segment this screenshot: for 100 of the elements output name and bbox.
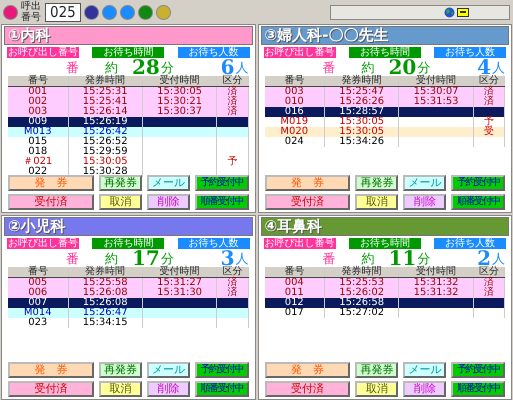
table-cell: 済 (473, 86, 504, 97)
table-cell: 023 (8, 318, 68, 328)
call-number-label: お呼び出し番号 (264, 47, 336, 58)
table-cell (216, 127, 248, 137)
accepted-button[interactable]: 受付済 (264, 381, 350, 397)
table-cell: 15:30:37 (142, 107, 217, 117)
table-cell: 済 (473, 288, 504, 298)
count-unit: 人 (492, 61, 505, 76)
table-cell: 15:30:05 (68, 157, 142, 167)
round-button[interactable] (84, 4, 99, 20)
globe-icon (444, 6, 455, 18)
table-cell: 15:26:14 (68, 107, 142, 117)
table-cell: 済 (216, 278, 248, 288)
reservation-button[interactable]: 予約受付中 (194, 175, 248, 191)
cancel-button[interactable]: 取消 (355, 194, 398, 210)
number-mark: 番 (322, 61, 336, 76)
table-cell: 済 (473, 278, 504, 288)
panel-title: ④耳鼻科 (260, 217, 509, 236)
delete-button[interactable]: 削除 (146, 381, 190, 397)
table-cell (473, 107, 504, 117)
table-cell: 15:26:08 (68, 298, 142, 308)
table-cell (473, 308, 504, 318)
table-cell: 15:31:53 (398, 97, 474, 107)
table-cell: 予 (216, 157, 248, 167)
count-unit: 人 (236, 252, 248, 267)
round-button[interactable] (138, 4, 153, 20)
reissue-button[interactable]: 再発券 (355, 175, 398, 191)
table-cell: 15:30:05 (142, 86, 217, 97)
reissue-button[interactable]: 再発券 (355, 362, 398, 378)
table-cell (216, 137, 248, 147)
sequence-button[interactable]: 順番受付中 (451, 381, 505, 397)
wait-mark: 約 (105, 61, 118, 76)
cancel-button[interactable]: 取消 (98, 194, 142, 210)
table-cell: 済 (216, 107, 248, 117)
table-cell: M013 (8, 127, 68, 137)
reissue-button[interactable]: 再発券 (98, 175, 142, 191)
count-unit: 人 (492, 252, 505, 267)
table-cell (216, 298, 248, 308)
table-cell: 003 (8, 107, 68, 117)
reservation-button[interactable]: 予約受付中 (451, 362, 505, 378)
table-cell: 003 (264, 86, 324, 97)
delete-button[interactable]: 削除 (403, 194, 446, 210)
mail-button[interactable]: メール (146, 362, 190, 378)
table-cell (473, 298, 504, 308)
mail-button[interactable]: メール (403, 362, 446, 378)
mail-button[interactable]: メール (403, 175, 446, 191)
table-cell: 15:25:53 (324, 278, 399, 288)
waiting-count-label: お待ち人数 (434, 238, 506, 249)
wait-time-label: お待ち時間 (92, 238, 164, 249)
table-cell: 15:31:32 (398, 288, 474, 298)
panel-title: ②小児科 (4, 217, 252, 236)
table-cell: 15:30:05 (324, 127, 399, 137)
wait-minutes: 17 (132, 249, 160, 267)
column-header: 受付時間 (142, 76, 217, 86)
accepted-button[interactable]: 受付済 (8, 381, 94, 397)
reservation-button[interactable]: 予約受付中 (451, 175, 505, 191)
number-mark: 番 (66, 61, 79, 76)
column-header: 区分 (216, 76, 248, 86)
table-cell: 15:25:41 (68, 97, 142, 107)
table-cell (216, 318, 248, 328)
call-number-display: 025 (45, 2, 81, 22)
table-cell: 004 (264, 278, 324, 288)
waiting-count-label: お待ち人数 (434, 47, 506, 58)
delete-button[interactable]: 削除 (146, 194, 190, 210)
cancel-button[interactable]: 取消 (98, 381, 142, 397)
column-header: 番号 (8, 76, 68, 86)
reissue-button[interactable]: 再発券 (98, 362, 142, 378)
table-cell: 済 (216, 288, 248, 298)
table-cell: 済 (473, 97, 504, 107)
table-cell: 012 (264, 298, 324, 308)
table-cell: 受 (473, 127, 504, 137)
delete-button[interactable]: 削除 (403, 381, 446, 397)
minutes-unit: 分 (417, 252, 430, 267)
panel-title: ①内科 (4, 26, 252, 45)
call-number-label: お呼び出し番号 (7, 47, 79, 58)
column-header: 発券時間 (68, 267, 142, 278)
table-cell: 005 (8, 278, 68, 288)
sequence-button[interactable]: 順番受付中 (451, 194, 505, 210)
reservation-button[interactable]: 予約受付中 (194, 362, 248, 378)
mail-button[interactable]: メール (146, 175, 190, 191)
table-cell: 15:29:59 (68, 147, 142, 157)
minutes-unit: 分 (417, 61, 430, 76)
cancel-button[interactable]: 取消 (355, 381, 398, 397)
wait-mark: 約 (362, 61, 374, 76)
round-button[interactable] (3, 4, 18, 20)
table-cell (216, 308, 248, 318)
table-cell: 15:34:15 (68, 318, 142, 328)
accepted-button[interactable]: 受付済 (8, 194, 94, 210)
accepted-button[interactable]: 受付済 (264, 194, 350, 210)
wait-time-label: お待ち時間 (92, 47, 164, 58)
table-cell: 15:26:08 (68, 288, 142, 298)
waiting-count-label: お待ち人数 (178, 47, 250, 58)
sequence-button[interactable]: 順番受付中 (194, 381, 248, 397)
table-cell: 15:26:26 (324, 97, 399, 107)
table-cell: 15:26:58 (324, 298, 399, 308)
table-cell: 006 (8, 288, 68, 298)
table-cell: 15:31:32 (398, 278, 474, 288)
column-header: 区分 (216, 267, 248, 278)
sequence-button[interactable]: 順番受付中 (194, 194, 248, 210)
waiting-count: 4 (477, 58, 491, 76)
